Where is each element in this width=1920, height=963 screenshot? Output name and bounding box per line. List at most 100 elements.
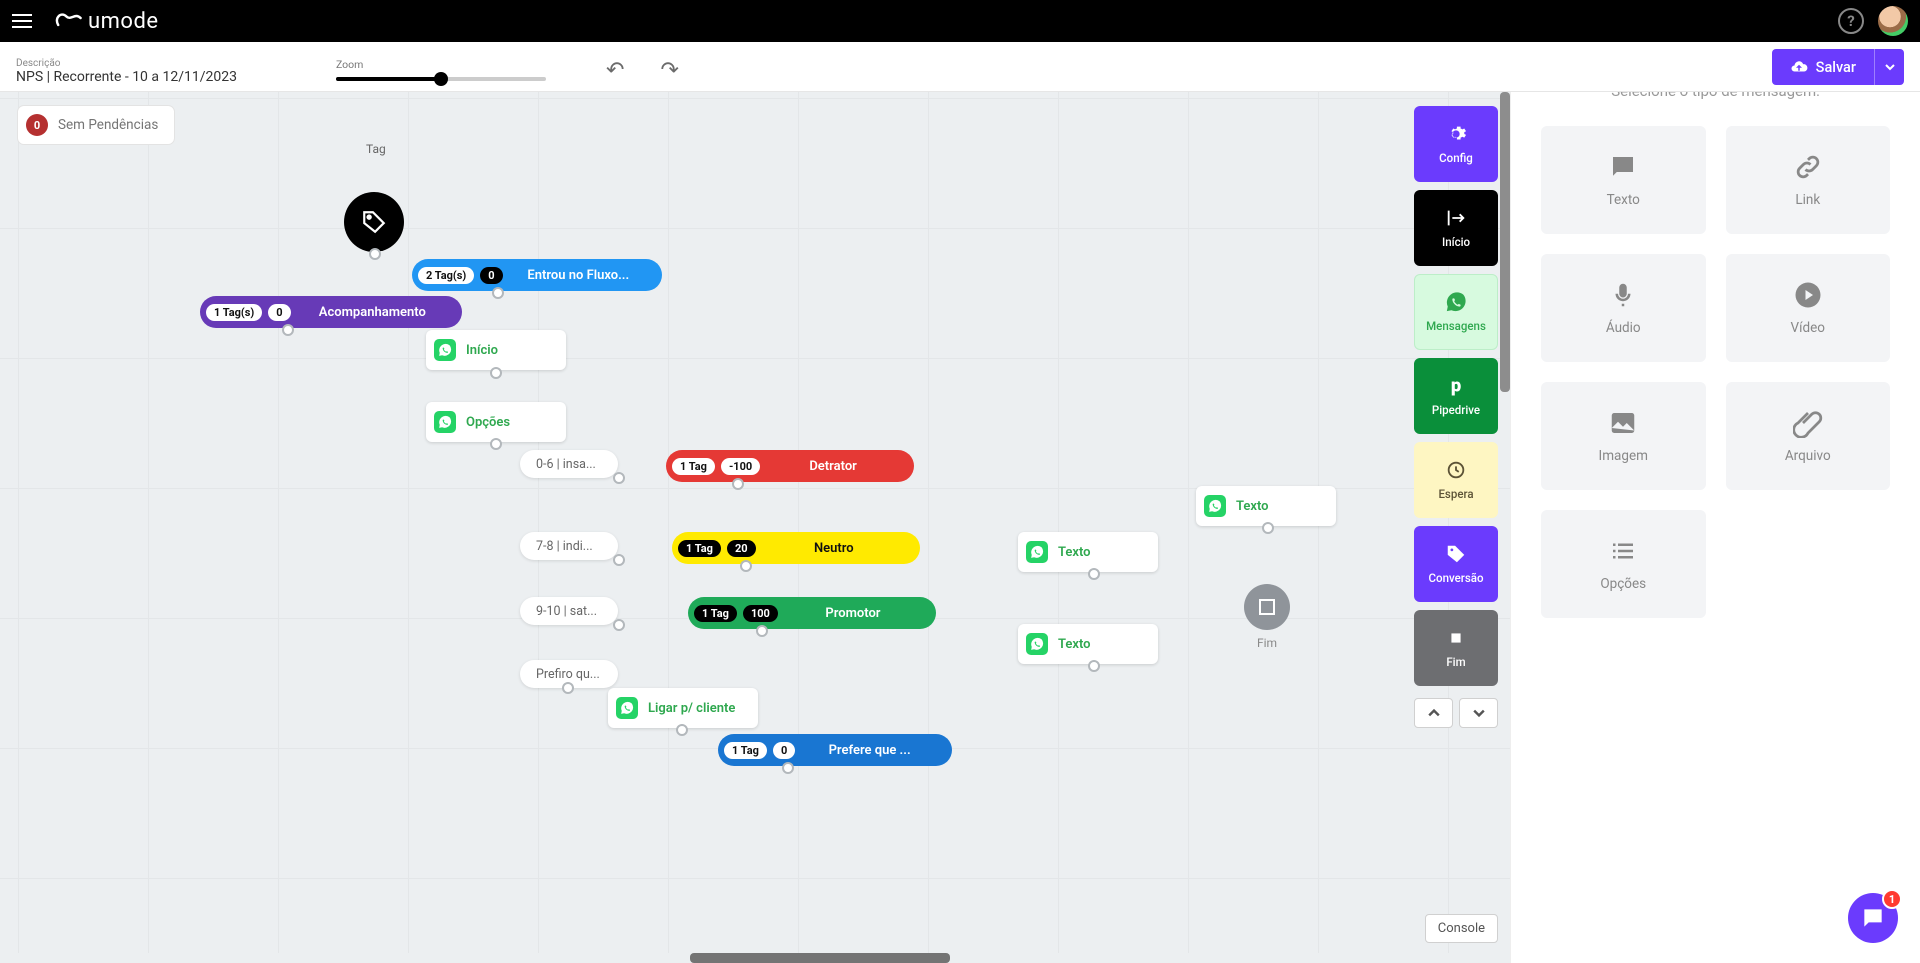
option-0-6[interactable]: 0-6 | insa... [520,450,618,478]
save-dropdown[interactable] [1874,49,1904,85]
node-label: Entrou no Fluxo... [509,268,648,283]
tile-video[interactable]: Vídeo [1726,254,1891,362]
node-label: Prefere que ... [801,743,938,758]
chip-tagcount: 1 Tag [678,540,721,557]
chip-score: 0 [268,304,290,321]
node-ligar-cliente[interactable]: Ligar p/ cliente [608,688,758,728]
chip-score: 20 [727,540,756,557]
palette-conversao[interactable]: Conversão [1414,526,1498,602]
pending-count-badge: 0 [26,114,48,136]
palette-inicio[interactable]: Início [1414,190,1498,266]
node-acompanhamento[interactable]: 1 Tag(s) 0 Acompanhamento [200,296,462,328]
vertical-scrollbar[interactable] [1500,92,1510,392]
end-node-caption: Fim [1244,636,1290,650]
chip-score: 0 [480,267,502,284]
tile-imagem[interactable]: Imagem [1541,382,1706,490]
pending-pill[interactable]: 0 Sem Pendências [18,106,174,144]
tile-arquivo[interactable]: Arquivo [1726,382,1891,490]
node-label: Texto [1236,499,1269,514]
whatsapp-icon [434,339,456,361]
app-topbar: umode ? [0,0,1920,42]
redo-button[interactable]: ↷ [660,58,678,83]
whatsapp-icon [1026,633,1048,655]
chevron-down-icon [1885,62,1895,72]
intercom-launcher[interactable]: 1 [1848,893,1898,943]
help-icon[interactable]: ? [1838,8,1864,34]
tag-node-caption: Tag [366,142,386,156]
save-button[interactable]: Salvar [1772,49,1874,85]
horizontal-scrollbar[interactable] [0,953,1510,963]
node-label: Opções [466,415,510,430]
chat-icon [1608,152,1638,182]
tag-start-node[interactable] [344,192,404,252]
node-label: Início [466,343,498,358]
tag-icon [1445,543,1467,565]
node-label: Acompanhamento [297,305,448,320]
avatar[interactable] [1878,6,1908,36]
node-opcoes[interactable]: Opções [426,402,566,442]
logo-icon [54,11,82,31]
option-9-10[interactable]: 9-10 | sat... [520,597,618,625]
brand: umode [54,9,159,34]
image-icon [1608,408,1638,438]
pipedrive-icon: p [1445,375,1467,397]
svg-text:p: p [1451,376,1461,397]
zoom-slider[interactable]: Zoom [336,58,546,87]
node-detrator[interactable]: 1 Tag -100 Detrator [666,450,914,482]
tile-opcoes[interactable]: Opções [1541,510,1706,618]
chip-score: -100 [721,458,760,475]
zoom-thumb[interactable] [434,72,448,86]
editor-toolbar: Descrição NPS | Recorrente - 10 a 12/11/… [0,42,1920,92]
palette-espera[interactable]: Espera [1414,442,1498,518]
palette-pipedrive[interactable]: pPipedrive [1414,358,1498,434]
palette-config[interactable]: Config [1414,106,1498,182]
play-circle-icon [1793,280,1823,310]
tile-link[interactable]: Link [1726,126,1891,234]
option-7-8[interactable]: 7-8 | indi... [520,532,618,560]
pending-text: Sem Pendências [58,117,158,133]
description-field[interactable]: Descrição NPS | Recorrente - 10 a 12/11/… [16,58,296,87]
node-inicio-msg[interactable]: Início [426,330,566,370]
menu-icon[interactable] [12,9,36,33]
tile-texto[interactable]: Texto [1541,126,1706,234]
whatsapp-icon [616,697,638,719]
flow-canvas[interactable]: 0 Sem Pendências [0,92,1510,963]
mic-icon [1608,280,1638,310]
notification-badge: 1 [1882,889,1902,909]
description-label: Descrição [16,58,296,69]
chip-tagcount: 1 Tag(s) [206,304,262,321]
whatsapp-icon [1445,291,1467,313]
end-node[interactable] [1244,584,1290,630]
node-texto-2[interactable]: Texto [1018,532,1158,572]
node-texto-3[interactable]: Texto [1018,624,1158,664]
scroll-down-button[interactable] [1459,698,1498,728]
scroll-up-button[interactable] [1414,698,1453,728]
tile-audio[interactable]: Áudio [1541,254,1706,362]
attachment-icon [1793,408,1823,438]
node-label: Detrator [766,459,900,474]
save-label: Salvar [1816,59,1856,76]
chip-score: 0 [773,742,795,759]
stop-icon [1445,627,1467,649]
node-neutro[interactable]: 1 Tag 20 Neutro [672,532,920,564]
whatsapp-icon [434,411,456,433]
list-icon [1608,536,1638,566]
node-entrou-fluxo[interactable]: 2 Tag(s) 0 Entrou no Fluxo... [412,259,662,291]
node-label: Promotor [784,606,922,621]
node-texto-1[interactable]: Texto [1196,486,1336,526]
palette-mensagens[interactable]: Mensagens [1414,274,1498,350]
message-type-panel: Selecione o tipo de mensagem: Texto Link… [1510,42,1920,963]
whatsapp-icon [1026,541,1048,563]
chevron-down-icon [1473,707,1485,719]
undo-button[interactable]: ↶ [606,58,624,83]
chip-tagcount: 1 Tag [724,742,767,759]
node-label: Texto [1058,545,1091,560]
console-button[interactable]: Console [1425,914,1498,943]
link-icon [1793,152,1823,182]
node-label: Ligar p/ cliente [648,701,735,716]
cloud-upload-icon [1790,58,1808,76]
palette-fim[interactable]: Fim [1414,610,1498,686]
node-prefere[interactable]: 1 Tag 0 Prefere que ... [718,734,952,766]
node-promotor[interactable]: 1 Tag 100 Promotor [688,597,936,629]
gear-icon [1445,123,1467,145]
